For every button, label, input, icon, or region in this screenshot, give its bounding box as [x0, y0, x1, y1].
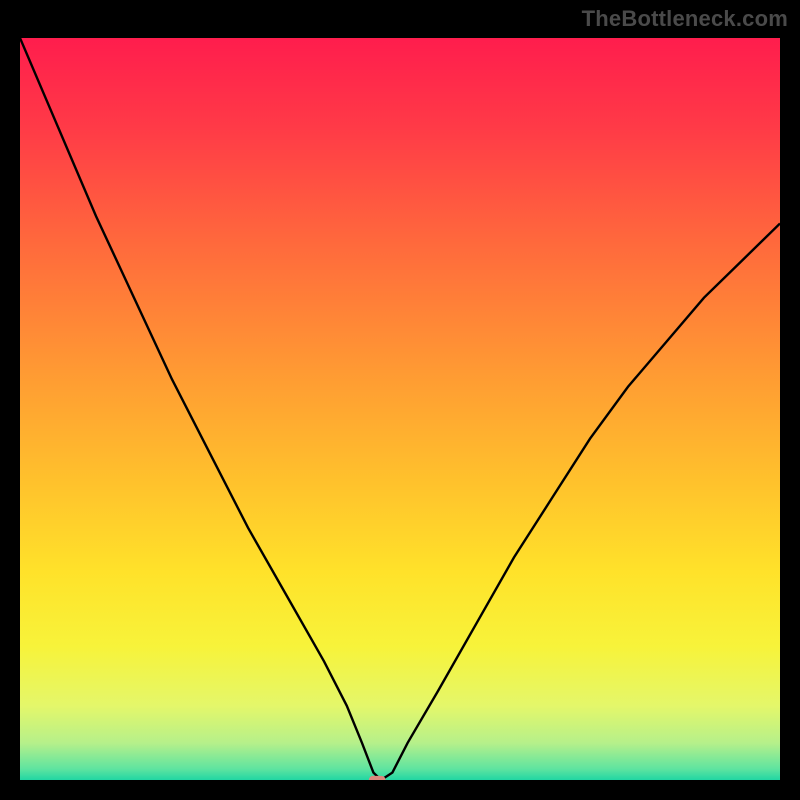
gradient-background	[20, 38, 780, 780]
watermark-text: TheBottleneck.com	[582, 6, 788, 32]
chart-frame: TheBottleneck.com	[0, 0, 800, 800]
chart-svg	[20, 38, 780, 780]
plot-area	[20, 38, 780, 780]
minimum-marker	[369, 776, 386, 780]
